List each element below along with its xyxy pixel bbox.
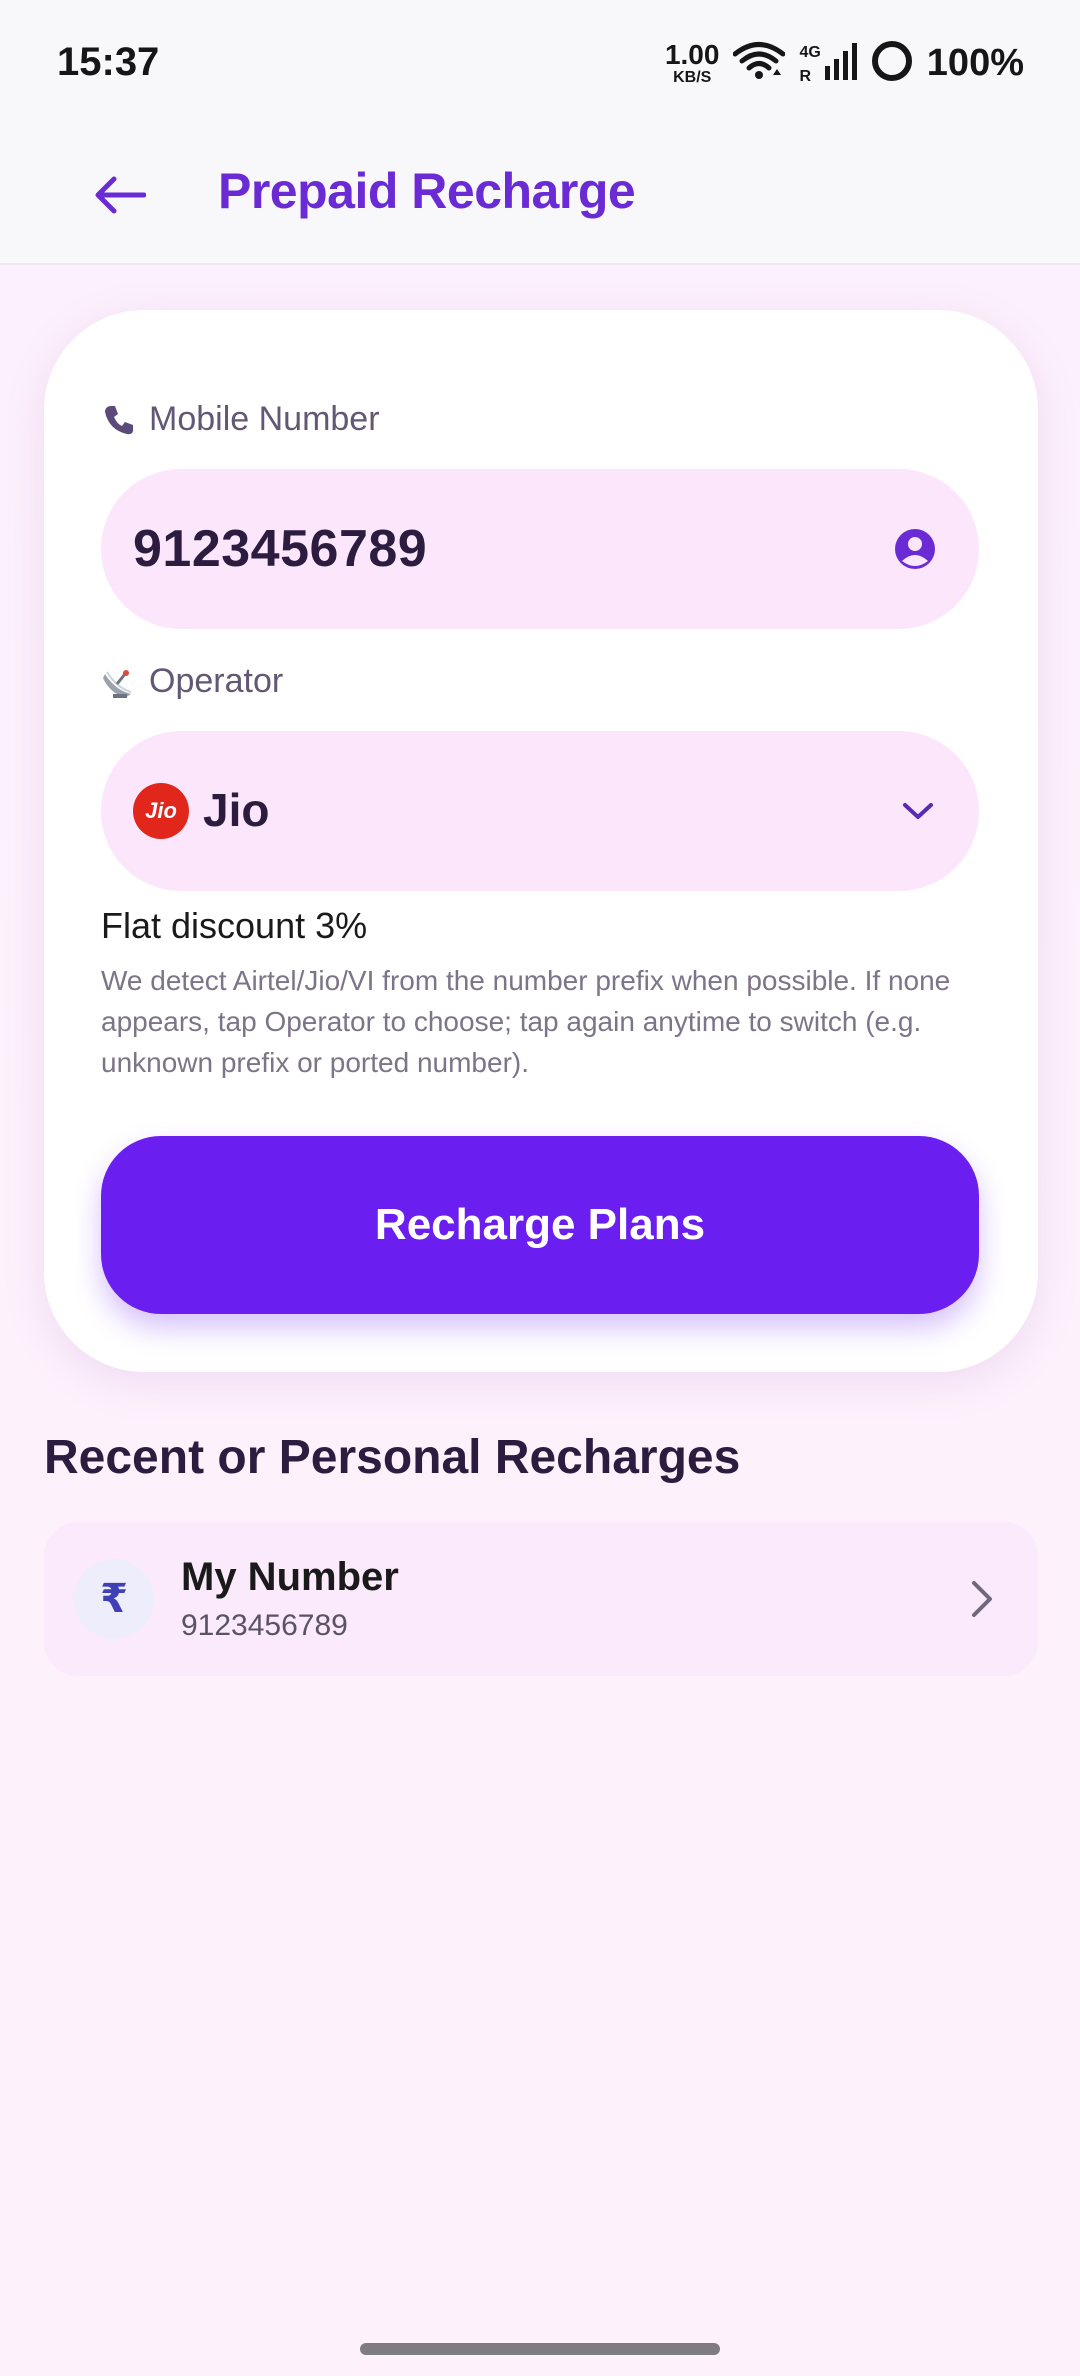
network-type: 4G [799,44,821,61]
status-bar: 15:37 1.00 KB/S 4G R 100% [0,0,1080,130]
mobile-number-label-text: Mobile Number [149,400,380,438]
recent-item-name: My Number [181,1555,399,1599]
rupee-icon: ₹ [74,1559,154,1639]
chevron-down-icon[interactable] [901,797,935,825]
home-indicator[interactable] [360,2343,720,2355]
chevron-right-icon [972,1581,992,1617]
jio-logo: Jio [133,783,189,839]
contact-person-icon [895,529,935,569]
recharge-plans-button[interactable]: Recharge Plans [101,1136,979,1314]
operator-value: Jio [203,784,270,836]
operator-select[interactable]: Jio Jio [101,731,979,891]
battery-percent: 100% [926,41,1024,84]
roaming-indicator: R [799,68,812,85]
battery-icon [871,40,913,87]
network-speed-value: 1.00 [664,38,720,70]
discount-text: Flat discount 3% [101,905,368,946]
network-speed-unit: KB/S [673,68,712,86]
network-speed: 1.00 KB/S [664,38,720,86]
operator-label: Operator [101,662,283,701]
recent-section-title: Recent or Personal Recharges [44,1431,741,1484]
wifi-icon [732,41,786,86]
operator-helper-text: We detect Airtel/Jio/VI from the number … [101,965,951,1078]
mobile-number-value[interactable]: 9123456789 [133,519,427,579]
app-bar: Prepaid Recharge [0,130,1080,265]
mobile-number-label: Mobile Number [101,400,380,439]
status-time: 15:37 [57,40,160,84]
phone-icon [101,402,137,438]
satellite-antenna-icon [101,664,137,700]
back-button[interactable] [85,160,155,230]
recent-item-number: 9123456789 [181,1609,348,1642]
cellular-indicator: 4G R [799,41,857,85]
arrow-left-icon [95,176,146,214]
status-icons: 1.00 KB/S 4G R 100% [665,38,1024,88]
mobile-number-input[interactable]: 9123456789 [101,469,979,629]
contact-picker-button[interactable] [893,527,937,571]
page-title: Prepaid Recharge [218,163,636,219]
recent-recharge-item[interactable]: ₹ My Number 9123456789 [44,1522,1038,1676]
signal-icon [824,42,857,85]
operator-label-text: Operator [149,662,284,700]
